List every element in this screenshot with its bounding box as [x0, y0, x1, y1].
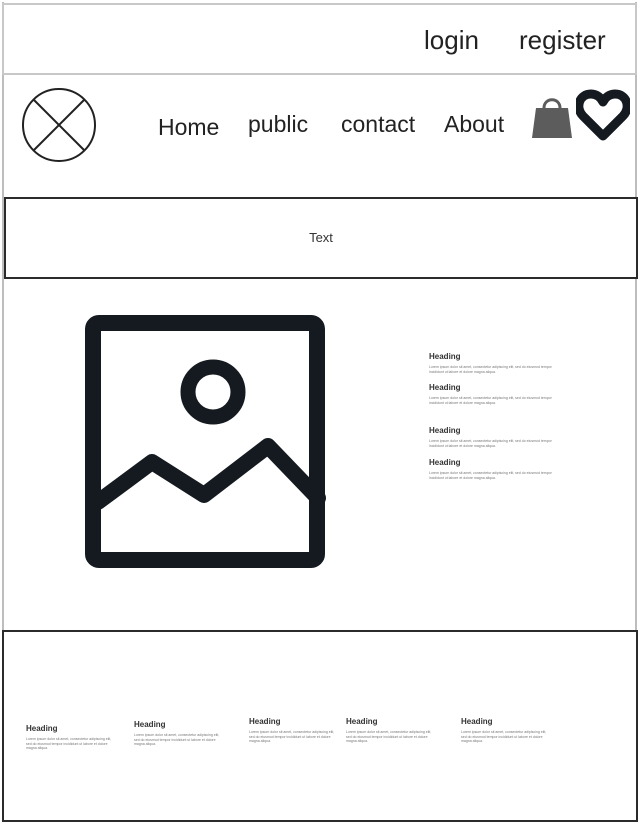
side-item-body: Lorem ipsum dolor sit amet, consectetur … [429, 439, 552, 448]
nav-item-contact[interactable]: contact [341, 111, 415, 138]
footer-column-heading: Heading [461, 717, 493, 726]
side-item: Heading Lorem ipsum dolor sit amet, cons… [429, 383, 554, 405]
footer-column-body: Lorem ipsum dolor sit amet, consectetur … [461, 730, 547, 743]
footer-column: Heading Lorem ipsum dolor sit amet, cons… [461, 717, 551, 744]
side-item: Heading Lorem ipsum dolor sit amet, cons… [429, 426, 554, 448]
text-banner: Text [4, 197, 638, 279]
side-item-body: Lorem ipsum dolor sit amet, consectetur … [429, 365, 552, 374]
nav-item-about[interactable]: About [444, 111, 504, 138]
side-item-heading: Heading [429, 383, 461, 392]
footer-column: Heading Lorem ipsum dolor sit amet, cons… [346, 717, 436, 744]
side-item-heading: Heading [429, 352, 461, 361]
footer-column-body: Lorem ipsum dolor sit amet, consectetur … [346, 730, 432, 743]
side-item-body: Lorem ipsum dolor sit amet, consectetur … [429, 471, 552, 480]
side-item: Heading Lorem ipsum dolor sit amet, cons… [429, 352, 554, 374]
footer-column: Heading Lorem ipsum dolor sit amet, cons… [249, 717, 339, 744]
nav-item-home[interactable]: Home [158, 114, 219, 141]
footer-column: Heading Lorem ipsum dolor sit amet, cons… [134, 720, 224, 747]
side-item-body: Lorem ipsum dolor sit amet, consectetur … [429, 396, 552, 405]
banner-text: Text [309, 230, 333, 245]
register-link[interactable]: register [519, 25, 606, 56]
side-item-heading: Heading [429, 458, 461, 467]
footer: Heading Lorem ipsum dolor sit amet, cons… [2, 630, 638, 822]
main-nav: Home public contact About [2, 76, 637, 191]
login-link[interactable]: login [424, 25, 479, 56]
footer-column-body: Lorem ipsum dolor sit amet, consectetur … [249, 730, 335, 743]
side-item-heading: Heading [429, 426, 461, 435]
footer-column-body: Lorem ipsum dolor sit amet, consectetur … [134, 733, 220, 746]
nav-item-public[interactable]: public [248, 111, 308, 138]
shopping-bag-icon[interactable] [530, 92, 574, 140]
heart-icon[interactable] [576, 86, 630, 144]
image-placeholder-icon [85, 315, 326, 568]
side-item: Heading Lorem ipsum dolor sit amet, cons… [429, 458, 554, 480]
logo-placeholder-icon[interactable] [20, 86, 98, 164]
footer-column-heading: Heading [249, 717, 281, 726]
footer-column-heading: Heading [26, 724, 58, 733]
footer-column-heading: Heading [346, 717, 378, 726]
account-bar: login register [2, 3, 637, 75]
footer-column-body: Lorem ipsum dolor sit amet, consectetur … [26, 737, 112, 750]
footer-column-heading: Heading [134, 720, 166, 729]
footer-column: Heading Lorem ipsum dolor sit amet, cons… [26, 724, 116, 751]
